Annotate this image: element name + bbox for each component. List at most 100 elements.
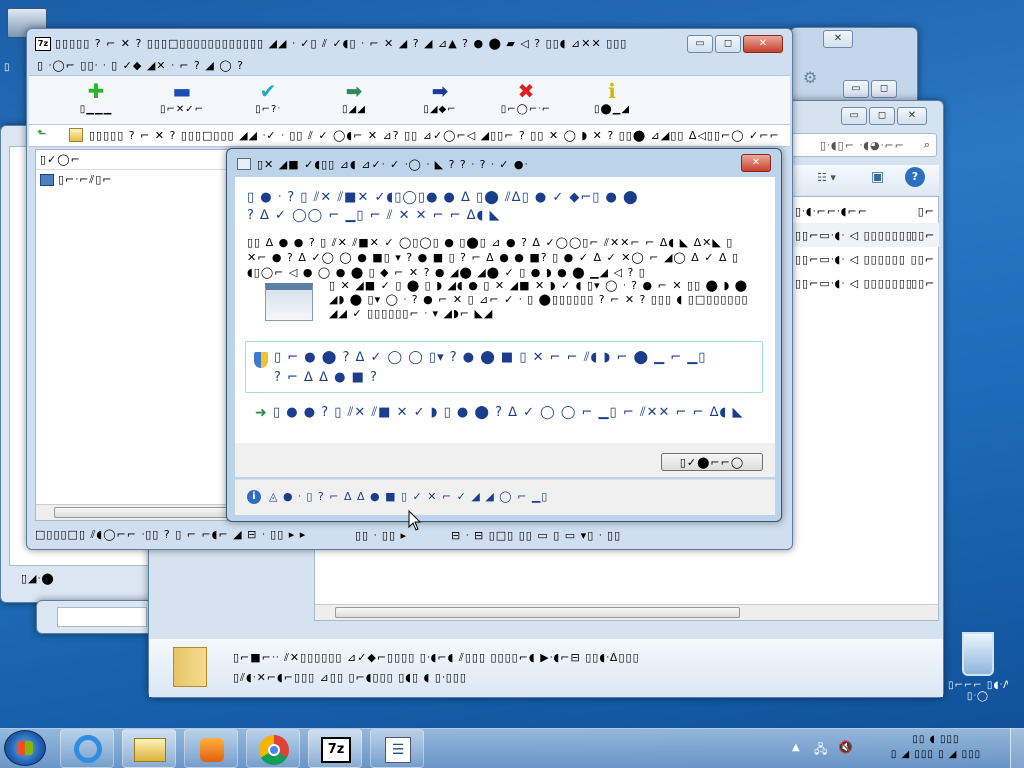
toolbar-button[interactable]: ✔ ▯⌐?ᐧ [225,80,311,122]
toolbar-icon: ➡ [345,79,363,103]
status-modified: ⊟ ᐧ ⊟ ▯□▯ ▯▯ ▭ ▯ ▭ ▾▯ ᐧ ▯▯ [451,528,622,542]
minimize-button[interactable]: ▭ [687,35,713,53]
help-icon[interactable]: ? [905,167,925,187]
file-list-rows: ▯ᐧ◖ᐧ⌐⌐ᐧ◖⌐⌐ ▯⌐ ▯▯⌐▭ᐧ◖ᐧ ◁ ▯▯▯▯▯▯▯ ▯▯⌐ ▯▯⌐▭ᐧ◖… [791,199,939,295]
explorer-back-2-status: ▯◢ᐧ⬤ [21,572,55,585]
maximize-button[interactable]: ◻ [871,80,897,98]
search-placeholder: ▯ᐧ◖▯⌐ ᐧ◖◕ᐧ⌐⌐ [820,139,905,152]
gear-icon[interactable]: ⚙ [803,68,817,87]
details-line-1: ▯⌐■⌐ᐧᐧ ⫽✕▯▯▯▯▯▯ ⊿✓◆⌐▯▯▯▯ ▯ᐧ◖⌐◖ ⫽▯▯▯ ▯▯▯▯… [233,651,640,664]
sevenzip-app-icon: 7z [35,37,51,51]
list-item[interactable]: ▯▯⌐▭ᐧ◖ᐧ ◁ ▯▯▯▯▯▯▯ ▯▯⌐ [791,271,939,295]
taskbar-explorer[interactable] [122,729,176,768]
toolbar-button[interactable]: ➡ ▯◢◢ [311,80,397,122]
dialog-body: ▯▯ ᐃ ● ● ? ▯ ⫽✕ ⫽■✕ ✓ ◯▯◯▯ ● ▯⬤▯ ⊿ ● ? ᐃ… [247,236,740,279]
view-options-icon[interactable]: ☷ ▾ [817,171,836,184]
toolbar-icon: ✖ [517,79,535,103]
close-button[interactable]: ✕ [823,30,853,48]
info-icon: i [247,490,261,504]
explorer-window-back-3[interactable] [36,600,156,634]
explorer-back-1b-caption-buttons: ▭ ◻ [843,80,897,98]
dialog-content: ▯ ● ᐧ ? ▯ ⫽✕ ⫽■✕ ✓◖▯◯▯● ● ᐃ ▯⬤ ⫽ᐃ▯ ● ✓ ◆… [235,177,775,443]
scrollbar-thumb[interactable] [335,607,740,618]
window-thumbnail-icon [265,283,313,321]
volume-muted-icon[interactable]: 🔇 [838,740,853,754]
status-selection: □▯▯▯□▯ ⫽◖◯⌐⌐ ᐧ▯▯ ? ▯ ⌐ ⌐◖⌐ ◢ ⊟ ᐧ ▯▯ ▸ ▸ [35,528,307,541]
toolbar-icon: ✚ [87,79,105,103]
cancel-button[interactable]: ▯✓⬤⌐⌐◯ [661,453,763,471]
start-button[interactable] [4,730,46,766]
recycle-bin-icon [962,632,994,676]
explorer-window-back-1[interactable]: ✕ ⚙ ▭ ◻ [790,27,918,107]
toolbar-label: ▯◢◆⌐ [423,104,457,115]
show-desktop-button[interactable] [1010,728,1024,768]
warning-dialog[interactable]: ▯✕ ◢■ ✓◖▯▯ ⊿◖ ⊿✓ᐧ ✓ ᐧ◯ ᐧ ◣ ? ? ᐧ ? ᐧ ✓ ●… [226,148,782,522]
toolbar-buttons: ✚ ▯▁▁▁ ▬ ▯⌐✕✓⌐ ✔ ▯⌐?ᐧ ➡ ▯◢◢ ➡ ▯◢◆⌐ ✖ ▯⌐◯⌐ᐧ⌐ ℹ ▯⬤▁◢ [53,80,655,122]
toolbar-button[interactable]: ➡ ▯◢◆⌐ [397,80,483,122]
toolbar-button[interactable]: ℹ ▯⬤▁◢ [569,80,655,122]
dialog-heading: ▯ ● ᐧ ? ▯ ⫽✕ ⫽■✕ ✓◖▯◯▯● ● ᐃ ▯⬤ ⫽ᐃ▯ ● ✓ ◆… [247,190,639,223]
list-item[interactable]: ▯▯⌐▭ᐧ◖ᐧ ◁ ▯▯▯▯▯▯▯ ▯▯⌐ [791,223,939,247]
toolbar-label: ▯⌐?ᐧ [255,104,281,115]
search-icon: ⌕ [923,138,930,151]
dialog-caption-buttons: ✕ [741,154,771,172]
explorer-main-back-caption-buttons: ▭ ◻ ✕ [841,107,927,125]
explorer-search-box[interactable]: ▯ᐧ◖▯⌐ ᐧ◖◕ᐧ⌐⌐ ⌕ [789,133,937,157]
maximize-button[interactable]: ◻ [869,107,895,125]
taskbar-7zip[interactable]: 7z [308,729,362,768]
close-button[interactable]: ✕ [897,107,927,125]
explorer-details-pane: ▯⌐■⌐ᐧᐧ ⫽✕▯▯▯▯▯▯ ⊿✓◆⌐▯▯▯▯ ▯ᐧ◖⌐◖ ⫽▯▯▯ ▯▯▯▯… [149,639,943,697]
clock[interactable]: ▯▯ ◖ ▯▯▯ ▯ ◢ ▯▯▯ ▯ ◢ ▯▯▯ [868,734,1004,760]
dialog-footer: i ◬ ● ᐧ ▯ ? ⌐ ᐃ ᐃ ● ■ ▯ ✓ ✕ ⌐ ✓ ◢ ◢ ◯ ⌐ … [235,479,775,515]
sevenzip-file-panel[interactable]: ▯✓◯⌐ ▯⌐ᐧ⌐⫽▯⌐ [35,149,231,521]
media-player-icon [200,738,224,762]
sevenzip-caption-buttons: ▭ ◻ ✕ [687,35,783,53]
taskbar-chrome[interactable] [246,729,300,768]
file-name: ▯⌐ᐧ⌐⫽▯⌐ [58,173,113,186]
up-folder-icon[interactable]: ⬑ [37,127,46,140]
toolbar-button[interactable]: ▬ ▯⌐✕✓⌐ [139,80,225,122]
column-header[interactable]: ▯✓◯⌐ [36,150,230,170]
close-button[interactable]: ✕ [741,154,771,172]
preview-pane-icon[interactable]: ▣ [871,169,884,185]
horizontal-scrollbar[interactable] [36,504,230,520]
explorer-toolbar: ☷ ▾ ▣ ? [789,165,939,195]
option-continue[interactable]: ➜ ▯ ● ● ? ▯ ⫽✕ ⫽■ ✕ ✓ ◗ ▯ ● ⬤ ? ᐃ ✓ ◯ ◯ … [245,401,763,429]
dialog-app-icon [237,158,251,170]
menu-bar[interactable]: ▯ ᐧ◯⌐ ▯▯ᐧ ᐧ ▯ ✓◆ ◢✕ ᐧ ⌐ ? ◢ ◯ ? [37,59,437,72]
option-2-label: ▯ ● ● ? ▯ ⫽✕ ⫽■ ✕ ✓ ◗ ▯ ● ⬤ ? ᐃ ✓ ◯ ◯ ⌐ … [273,405,744,420]
table-row[interactable]: ▯⌐ᐧ⌐⫽▯⌐ [36,170,230,190]
toolbar-label: ▯⌐◯⌐ᐧ⌐ [500,104,552,115]
list-item[interactable]: ▯ᐧ◖ᐧ⌐⌐ᐧ◖⌐⌐ ▯⌐ [791,199,939,223]
taskbar-task-list[interactable]: ☰ [370,729,424,768]
option-1-label: ▯ ⌐ ● ⬤ ? ᐃ ✓ ◯ ◯ ▯▾ ? ● ⬤ ■ ▯ ✕ ⌐ ⌐ ⫽◖ … [274,350,707,365]
scrollbar-thumb[interactable] [54,507,229,518]
option-elevated[interactable]: ▯ ⌐ ● ⬤ ? ᐃ ✓ ◯ ◯ ▯▾ ? ● ⬤ ■ ▯ ✕ ⌐ ⌐ ⫽◖ … [245,341,763,393]
internet-explorer-icon [74,735,102,763]
toolbar-button[interactable]: ✖ ▯⌐◯⌐ᐧ⌐ [483,80,569,122]
list-item[interactable]: ▯▯⌐▭ᐧ◖ᐧ ◁ ▯▯▯▯▯▯ ▯▯⌐ [791,247,939,271]
arrow-right-icon: ➜ [255,405,267,421]
taskbar-internet-explorer[interactable] [60,729,114,768]
taskbar-media-player[interactable] [184,729,238,768]
recycle-bin-label: ▯⌐⌐⌐ ▯◖ᐧᐱ▯ [948,680,1008,691]
address-bar[interactable]: ⬑ ▯▯▯▯▯ ? ⌐ ✕ ? ▯▯▯□▯▯▯ ◢◢ ᐧ✓ ᐧ ▯▯ ⫽ ✓ ◯… [29,125,790,147]
dialog-button-row: ▯✓⬤⌐⌐◯ [235,443,775,477]
cursor-arrow-icon [408,510,422,531]
toolbar-label: ▯⬤▁◢ [593,104,631,115]
shield-icon [254,352,268,368]
desktop-icon-recycle-bin[interactable]: ▯⌐⌐⌐ ▯◖ᐧᐱ▯ ▯ᐧ◯ [948,632,1008,702]
maximize-button[interactable]: ◻ [715,35,741,53]
minimize-button[interactable]: ▭ [841,107,867,125]
network-icon[interactable]: 🖧 [814,740,827,761]
tray-show-hidden-icon[interactable]: ▲ [792,742,800,753]
sevenzip-toolbar: ✚ ▯▁▁▁ ▬ ▯⌐✕✓⌐ ✔ ▯⌐?ᐧ ➡ ▯◢◢ ➡ ▯◢◆⌐ ✖ ▯⌐◯⌐ᐧ⌐ ℹ ▯⬤▁◢ [29,75,790,125]
horizontal-scrollbar[interactable] [315,604,938,620]
toolbar-button[interactable]: ✚ ▯▁▁▁ [53,80,139,122]
toolbar-label: ▯▁▁▁ [79,104,113,115]
archive-file-icon [40,174,54,186]
dialog-footer-link[interactable]: ◬ ● ᐧ ▯ ? ⌐ ᐃ ᐃ ● ■ ▯ ✓ ✕ ⌐ ✓ ◢ ◢ ◯ ⌐ ▁▯ [269,490,709,503]
minimize-button[interactable]: ▭ [843,80,869,98]
dialog-title: ▯✕ ◢■ ✓◖▯▯ ⊿◖ ⊿✓ᐧ ✓ ᐧ◯ ᐧ ◣ ? ? ᐧ ? ᐧ ✓ ●… [257,158,529,171]
close-button[interactable]: ✕ [743,35,783,53]
